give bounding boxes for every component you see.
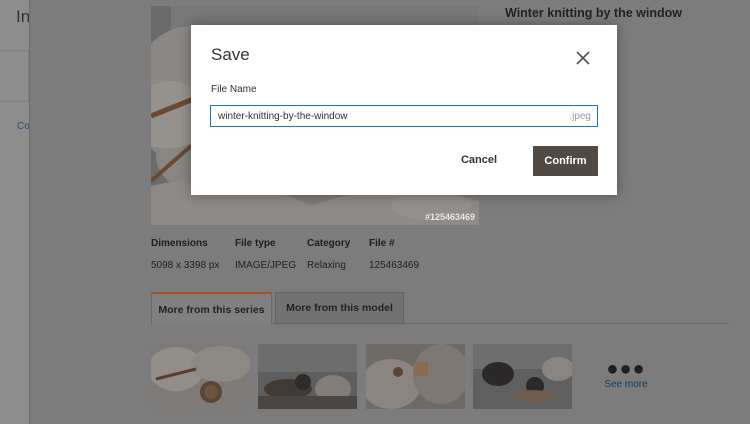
close-button[interactable] bbox=[575, 50, 591, 66]
meta-value: IMAGE/JPEG bbox=[235, 260, 297, 271]
background-page-link[interactable]: Co bbox=[17, 121, 30, 132]
see-more-link[interactable]: ●●● See more bbox=[604, 358, 648, 390]
thumbnail-image bbox=[258, 344, 357, 409]
cancel-button[interactable]: Cancel bbox=[449, 146, 509, 174]
background-page-box bbox=[0, 50, 29, 102]
meta-header: Dimensions bbox=[151, 238, 208, 249]
file-name-field: .jpeg bbox=[210, 105, 598, 127]
tab-more-from-model[interactable]: More from this model bbox=[275, 292, 404, 324]
ellipsis-icon: ●●● bbox=[606, 358, 646, 380]
tab-more-from-series[interactable]: More from this series bbox=[151, 292, 272, 325]
photo-id-watermark: #125463469 bbox=[424, 212, 475, 222]
image-title: Winter knitting by the window bbox=[505, 6, 682, 20]
meta-value: Relaxing bbox=[307, 260, 346, 271]
file-name-label: File Name bbox=[211, 84, 257, 95]
file-name-input[interactable] bbox=[211, 106, 561, 126]
meta-file-number: File # 125463469 bbox=[369, 238, 419, 271]
thumbnail-image bbox=[151, 344, 250, 409]
see-more-label: See more bbox=[604, 379, 648, 390]
meta-header: Category bbox=[307, 238, 351, 249]
meta-header: File type bbox=[235, 238, 276, 249]
related-tabs: More from this series More from this mod… bbox=[151, 292, 729, 325]
related-thumbnail[interactable] bbox=[366, 344, 465, 409]
dialog-title: Save bbox=[211, 45, 250, 64]
related-thumbnail[interactable] bbox=[151, 344, 250, 409]
meta-dimensions: Dimensions 5098 x 3398 px bbox=[151, 238, 219, 271]
close-icon bbox=[576, 51, 590, 65]
thumbnail-image bbox=[366, 344, 465, 409]
related-thumbnail[interactable] bbox=[258, 344, 357, 409]
meta-file-type: File type IMAGE/JPEG bbox=[235, 238, 296, 271]
confirm-button[interactable]: Confirm bbox=[533, 146, 598, 176]
related-thumbnail[interactable] bbox=[473, 344, 572, 409]
thumbnail-image bbox=[473, 344, 572, 409]
file-extension-suffix: .jpeg bbox=[569, 111, 591, 122]
save-dialog: Save File Name .jpeg Cancel Confirm bbox=[191, 25, 617, 195]
meta-header: File # bbox=[369, 238, 395, 249]
meta-value: 5098 x 3398 px bbox=[151, 260, 220, 271]
meta-category: Category Relaxing bbox=[307, 238, 350, 271]
meta-value: 125463469 bbox=[369, 260, 420, 271]
